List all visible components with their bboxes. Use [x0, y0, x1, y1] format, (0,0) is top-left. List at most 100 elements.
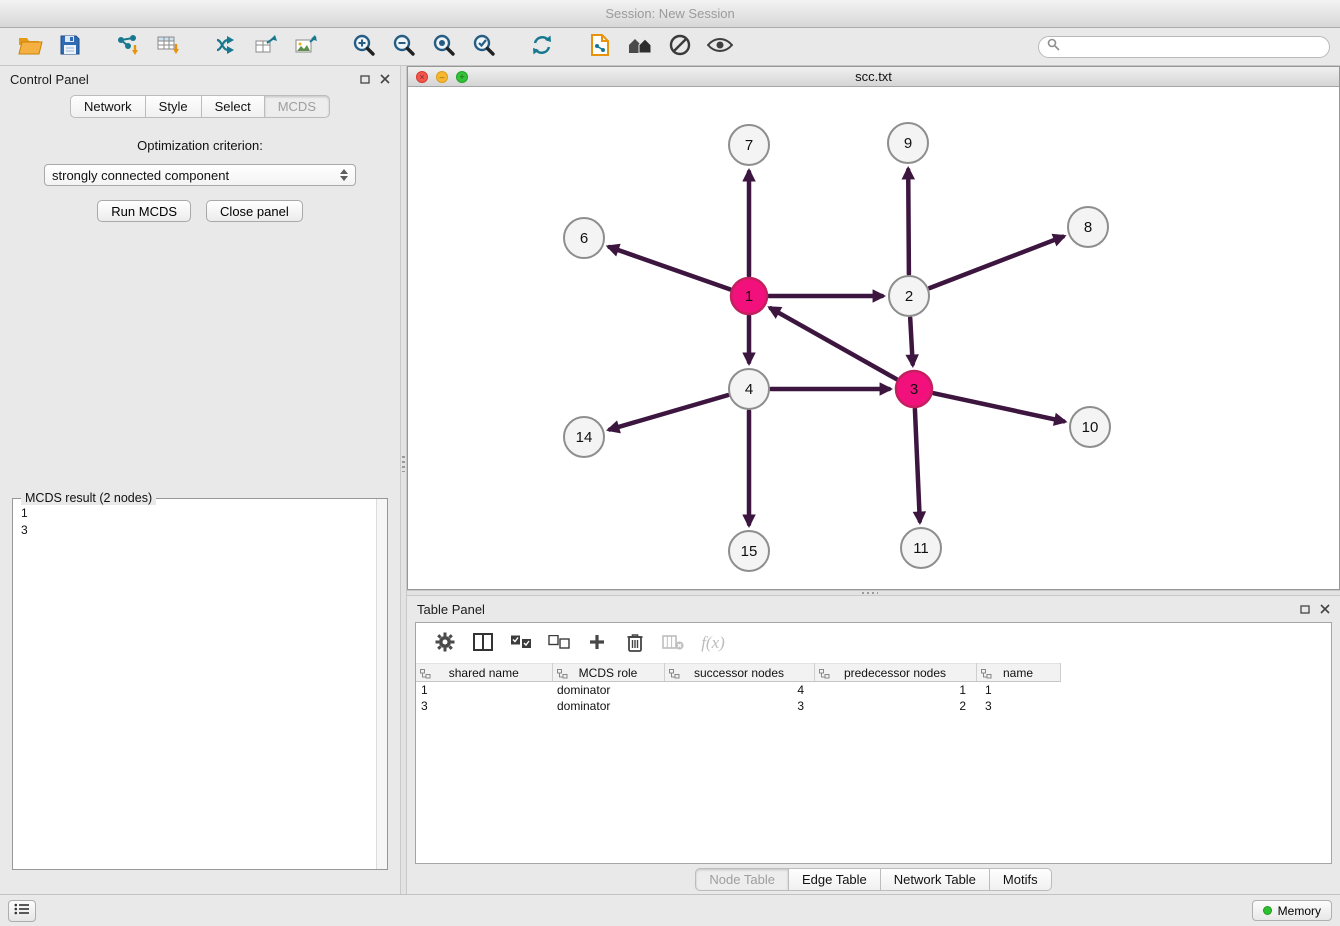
save-session-button[interactable]	[50, 31, 90, 63]
import-table-button[interactable]	[148, 31, 188, 63]
delete-column-button[interactable]	[656, 628, 690, 658]
search-box[interactable]	[1038, 36, 1330, 58]
run-mcds-button[interactable]: Run MCDS	[97, 200, 191, 222]
document-network-icon	[589, 33, 611, 60]
open-session-button[interactable]	[10, 31, 50, 63]
float-panel-icon[interactable]	[360, 75, 370, 84]
gear-icon	[435, 632, 455, 655]
delete-row-button[interactable]	[618, 628, 652, 658]
import-group	[108, 31, 188, 63]
graph-node-label: 2	[905, 288, 913, 305]
close-window-icon[interactable]: ×	[416, 71, 428, 83]
network-window-titlebar: scc.txt × – +	[408, 67, 1339, 87]
column-header-shared-name[interactable]: shared name	[416, 664, 552, 682]
tab-motifs[interactable]: Motifs	[989, 868, 1052, 891]
tab-style[interactable]: Style	[145, 95, 202, 118]
zoom-in-button[interactable]	[344, 31, 384, 63]
function-builder-button[interactable]: f(x)	[694, 628, 728, 658]
eye-icon	[707, 36, 733, 57]
tab-select[interactable]: Select	[201, 95, 265, 118]
double-home-icon	[626, 34, 654, 59]
tab-node-table[interactable]: Node Table	[695, 868, 789, 891]
zoom-group	[344, 31, 504, 63]
column-header-mcds-role[interactable]: MCDS role	[552, 664, 664, 682]
new-group	[206, 31, 326, 63]
table-row[interactable]: 3dominator323	[416, 698, 1076, 714]
new-network-button[interactable]	[206, 31, 246, 63]
unchecked-boxes-icon	[548, 635, 570, 652]
tab-edge-table[interactable]: Edge Table	[788, 868, 881, 891]
show-columns-button[interactable]	[466, 628, 500, 658]
application-window: Session: New Session	[0, 0, 1340, 926]
zoom-out-button[interactable]	[384, 31, 424, 63]
add-column-button[interactable]	[580, 628, 614, 658]
column-header-predecessor-nodes[interactable]: predecessor nodes	[814, 664, 976, 682]
mcds-result-title: MCDS result (2 nodes)	[21, 491, 156, 505]
tab-network-table[interactable]: Network Table	[880, 868, 990, 891]
graph-node-label: 9	[904, 135, 912, 152]
close-panel-icon[interactable]	[380, 74, 390, 84]
refresh-layout-button[interactable]	[522, 31, 562, 63]
save-floppy-icon	[59, 34, 81, 59]
graph-edge-1-6[interactable]	[610, 247, 731, 289]
export-image-button[interactable]	[286, 31, 326, 63]
memory-status-dot	[1263, 906, 1272, 915]
graph-edge-2-3[interactable]	[910, 318, 913, 364]
network-arrows-icon	[214, 34, 238, 59]
network-from-document-button[interactable]	[580, 31, 620, 63]
show-view-button[interactable]	[700, 31, 740, 63]
column-header-filler	[1060, 664, 1076, 682]
graph-edge-4-14[interactable]	[610, 395, 728, 429]
memory-button[interactable]: Memory	[1252, 900, 1332, 921]
minimize-window-icon[interactable]: –	[436, 71, 448, 83]
new-table-button[interactable]	[246, 31, 286, 63]
zoom-fit-button[interactable]	[424, 31, 464, 63]
tab-network[interactable]: Network	[70, 95, 146, 118]
graph-node-label: 4	[745, 381, 753, 398]
status-bar: Memory	[0, 894, 1340, 926]
table-settings-button[interactable]	[428, 628, 462, 658]
graph-edge-3-10[interactable]	[934, 393, 1064, 421]
graph-edge-2-8[interactable]	[930, 237, 1063, 288]
tab-mcds[interactable]: MCDS	[264, 95, 330, 118]
zoom-selected-button[interactable]	[464, 31, 504, 63]
import-network-button[interactable]	[108, 31, 148, 63]
mcds-result-values: 13	[13, 499, 387, 545]
vertical-splitter[interactable]	[400, 66, 407, 894]
window-titlebar: Session: New Session	[0, 0, 1340, 28]
select-all-button[interactable]	[504, 628, 538, 658]
unselect-all-button[interactable]	[542, 628, 576, 658]
column-tree-icon	[557, 668, 568, 682]
home-views-button[interactable]	[620, 31, 660, 63]
network-canvas[interactable]: 7968124314101511	[408, 87, 1339, 589]
column-header-name[interactable]: name	[976, 664, 1060, 682]
table-panel: Table Panel f(x)	[407, 596, 1340, 894]
close-panel-button[interactable]: Close panel	[206, 200, 303, 222]
column-tree-icon	[981, 668, 992, 682]
graph-edge-2-9[interactable]	[908, 170, 909, 274]
mcds-result-value: 3	[21, 522, 379, 539]
table-panel-header: Table Panel	[407, 596, 1340, 622]
criterion-dropdown[interactable]: strongly connected component	[44, 164, 356, 186]
result-scrollbar[interactable]	[376, 499, 387, 869]
main-area: Control Panel Network Style Select MCDS …	[0, 66, 1340, 894]
graph-edge-3-1[interactable]	[771, 308, 897, 379]
column-header-successor-nodes[interactable]: successor nodes	[664, 664, 814, 682]
maximize-window-icon[interactable]: +	[456, 71, 468, 83]
list-icon	[14, 903, 30, 918]
close-table-panel-icon[interactable]	[1320, 604, 1330, 614]
table-row[interactable]: 1dominator411	[416, 682, 1076, 698]
hide-graphics-button[interactable]	[660, 31, 700, 63]
horizontal-splitter[interactable]	[407, 590, 1340, 596]
mcds-buttons: Run MCDS Close panel	[97, 200, 302, 222]
graph-edge-3-11[interactable]	[915, 409, 920, 521]
graph-node-label: 7	[745, 137, 753, 154]
window-title: Session: New Session	[605, 6, 734, 21]
right-area: scc.txt × – + 7968124314101511	[407, 66, 1340, 894]
fx-icon: f(x)	[697, 633, 725, 653]
task-history-button[interactable]	[8, 900, 36, 922]
search-input[interactable]	[1065, 40, 1321, 54]
control-panel: Control Panel Network Style Select MCDS …	[0, 66, 400, 894]
float-table-panel-icon[interactable]	[1300, 605, 1310, 614]
graph-node-label: 14	[576, 429, 593, 446]
